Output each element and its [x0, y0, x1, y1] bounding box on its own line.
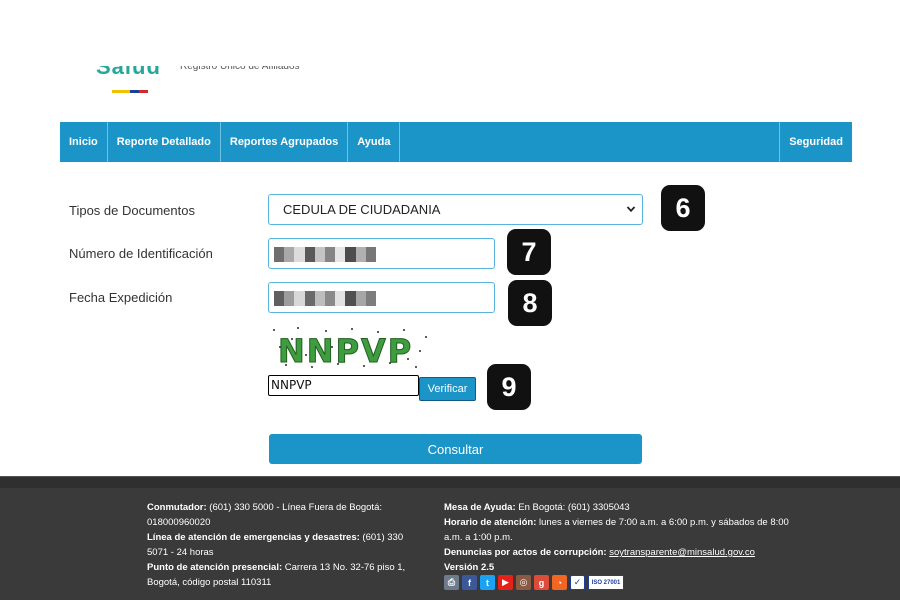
nav-item-seguridad[interactable]: Seguridad [779, 122, 852, 162]
header-subtitle: Registro Único de Afiliados [180, 62, 320, 76]
footer-conmutador: Conmutador: (601) 330 5000 - Línea Fuera… [147, 502, 382, 528]
instagram-icon[interactable]: ◎ [516, 575, 531, 590]
footer-mesa-ayuda: Mesa de Ayuda: En Bogotá: (601) 3305043 [444, 502, 630, 513]
footer-divider [0, 476, 900, 488]
iso-27001-badge: ISO 27001 [588, 575, 624, 590]
verify-button[interactable]: Verificar [419, 377, 476, 401]
id-number-input[interactable] [268, 238, 495, 269]
captcha-image: NNPVP [268, 325, 432, 370]
checkmark-cert-icon: ✓ [570, 575, 585, 590]
logo-text: Salud [96, 56, 161, 79]
denuncias-email-link[interactable]: soytransparente@minsalud.gov.co [609, 547, 755, 558]
minsalud-logo: Salud [96, 56, 166, 96]
chevron-down-icon [626, 206, 636, 213]
step-badge-7: 7 [507, 229, 551, 275]
nav-item-reporte-detallado[interactable]: Reporte Detallado [108, 122, 221, 162]
footer-horario: Horario de atención: lunes a viernes de … [444, 517, 789, 543]
nav-item-inicio[interactable]: Inicio [60, 122, 108, 162]
nav-item-ayuda[interactable]: Ayuda [348, 122, 401, 162]
rss-icon[interactable]: ◔ [552, 575, 567, 590]
consult-button[interactable]: Consultar [269, 434, 642, 464]
youtube-icon[interactable]: ▶ [498, 575, 513, 590]
step-badge-9: 9 [487, 364, 531, 410]
social-icons: ⎙ f t ▶ ◎ g ◔ ✓ ISO 27001 [444, 575, 624, 590]
redacted-value [274, 247, 377, 262]
doc-type-select[interactable]: CEDULA DE CIUDADANIA [268, 194, 643, 225]
step-badge-6: 6 [661, 185, 705, 231]
step-badge-8: 8 [508, 280, 552, 326]
page: Salud Registro Único de Afiliados Inicio… [0, 0, 900, 600]
expedition-date-input[interactable] [268, 282, 495, 313]
doc-type-selected-value: CEDULA DE CIUDADANIA [283, 202, 441, 217]
google-plus-icon[interactable]: g [534, 575, 549, 590]
facebook-icon[interactable]: f [462, 575, 477, 590]
expedition-date-label: Fecha Expedición [69, 290, 173, 305]
footer-emergencias: Línea de atención de emergencias y desas… [147, 532, 404, 558]
id-number-label: Número de Identificación [69, 246, 213, 261]
captcha-text: NNPVP [278, 332, 413, 370]
print-icon[interactable]: ⎙ [444, 575, 459, 590]
nav-item-reportes-agrupados[interactable]: Reportes Agrupados [221, 122, 349, 162]
redacted-value [274, 291, 377, 306]
footer-denuncias: Denuncias por actos de corrupción: soytr… [444, 547, 755, 558]
doc-type-label: Tipos de Documentos [69, 203, 195, 218]
header-subtitle-text: Registro Único de Afiliados [180, 62, 300, 72]
main-navbar: Inicio Reporte Detallado Reportes Agrupa… [60, 122, 852, 162]
footer-contact-column: Conmutador: (601) 330 5000 - Línea Fuera… [147, 500, 422, 590]
footer-help-column: Mesa de Ayuda: En Bogotá: (601) 3305043 … [444, 500, 804, 575]
captcha-input[interactable]: NNPVP [268, 375, 419, 396]
twitter-icon[interactable]: t [480, 575, 495, 590]
footer-version: Versión 2.5 [444, 562, 495, 573]
colombia-flag-stripe [112, 90, 148, 93]
footer-presencial: Punto de atención presencial: Carrera 13… [147, 562, 406, 588]
